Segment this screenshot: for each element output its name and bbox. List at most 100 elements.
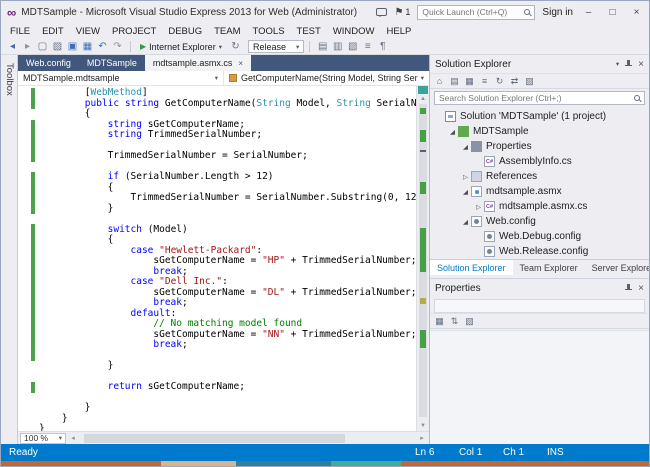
- pin-icon[interactable]: [625, 284, 632, 293]
- categorized-icon[interactable]: ▦: [432, 316, 447, 327]
- tab-close-icon[interactable]: ×: [238, 59, 243, 68]
- collapse-all-icon[interactable]: ≡: [477, 76, 492, 86]
- formatting-marks-icon[interactable]: ¶: [375, 40, 390, 54]
- show-all-files-icon[interactable]: ▦: [462, 76, 477, 87]
- tree-item-assemblyinfo.cs[interactable]: C#AssemblyInfo.cs: [430, 154, 649, 169]
- start-debug-button[interactable]: ▶ Internet Explorer ▾: [136, 42, 226, 52]
- code-editor[interactable]: [WebMethod] public string GetComputerNam…: [18, 86, 416, 431]
- sync-with-active-document-icon[interactable]: ⇄: [507, 76, 522, 87]
- panel-tab-team-explorer[interactable]: Team Explorer: [513, 260, 585, 275]
- solution-configuration-select[interactable]: Release ▾: [248, 40, 304, 53]
- tree-item-properties[interactable]: ◢Properties: [430, 139, 649, 154]
- menu-item-file[interactable]: FILE: [4, 26, 36, 37]
- notification-count: 1: [405, 7, 410, 17]
- zoom-control[interactable]: 100 % ▾: [20, 433, 66, 444]
- menu-item-team[interactable]: TEAM: [208, 26, 246, 37]
- menu-item-tools[interactable]: TOOLS: [247, 26, 291, 37]
- maximize-button[interactable]: □: [604, 7, 621, 18]
- horizontal-scrollbar-thumb[interactable]: [84, 434, 345, 443]
- close-icon[interactable]: ×: [638, 59, 644, 70]
- notifications-flag-icon[interactable]: ⚑1: [394, 7, 410, 18]
- close-icon[interactable]: ×: [638, 283, 644, 294]
- refresh-icon[interactable]: ↻: [492, 76, 507, 87]
- redo-icon[interactable]: ↷: [110, 40, 125, 54]
- decrease-indent-icon[interactable]: ≡: [360, 40, 375, 54]
- tree-item-web.release.config[interactable]: Web.Release.config: [430, 244, 649, 259]
- tree-item-mdtsample[interactable]: ◢MDTSample: [430, 124, 649, 139]
- open-file-icon[interactable]: ▨: [50, 40, 65, 54]
- menu-item-edit[interactable]: EDIT: [36, 26, 70, 37]
- type-dropdown[interactable]: MDTSample.mdtsample ▾: [18, 71, 223, 85]
- home-icon[interactable]: ⌂: [432, 76, 447, 86]
- collapsed-expander-icon[interactable]: ▷: [460, 173, 471, 181]
- close-button[interactable]: ×: [628, 7, 645, 18]
- refresh-icon[interactable]: ↻: [228, 40, 243, 54]
- view-code-icon[interactable]: ▧: [522, 76, 537, 87]
- chevron-down-icon[interactable]: ▾: [219, 43, 222, 51]
- expanded-expander-icon[interactable]: ◢: [460, 218, 471, 226]
- tab-mdtsample[interactable]: MDTSample: [79, 55, 145, 71]
- navigate-forward-icon[interactable]: ▸: [20, 40, 35, 54]
- properties-toolbar: ▦⇅▧: [430, 313, 649, 329]
- status-column: Col 1: [459, 447, 503, 458]
- tree-item-mdtsample.asmx[interactable]: ◢mdtsample.asmx: [430, 184, 649, 199]
- tree-item-mdtsample.asmx.cs[interactable]: ▷C#mdtsample.asmx.cs: [430, 199, 649, 214]
- scroll-right-icon[interactable]: ▸: [417, 434, 427, 442]
- properties-header[interactable]: Properties ×: [430, 279, 649, 297]
- scroll-up-icon[interactable]: ▲: [417, 95, 429, 103]
- change-tracking-bar: [31, 382, 35, 393]
- feedback-icon[interactable]: [376, 8, 387, 16]
- solution-explorer-header[interactable]: Solution Explorer ▾ ×: [430, 55, 649, 73]
- uncomment-selection-icon[interactable]: ▧: [345, 40, 360, 54]
- panel-tab-solution-explorer[interactable]: Solution Explorer: [430, 260, 513, 275]
- caret-position-mark: [420, 150, 426, 152]
- menu-item-help[interactable]: HELP: [381, 26, 418, 37]
- vertical-scrollbar[interactable]: ▲ ▼: [416, 86, 429, 431]
- main-toolbar: ◂▸▢▨▣▦↶↷ ▶ Internet Explorer ▾ ↻ Release…: [1, 39, 649, 55]
- minimize-button[interactable]: –: [580, 7, 597, 18]
- tree-item-web.config[interactable]: ◢Web.config: [430, 214, 649, 229]
- tree-item-references[interactable]: ▷References: [430, 169, 649, 184]
- tab-web.config[interactable]: Web.config: [18, 55, 79, 71]
- property-pages-icon[interactable]: ▧: [462, 316, 477, 327]
- new-file-icon[interactable]: ▢: [35, 40, 50, 54]
- menu-item-debug[interactable]: DEBUG: [162, 26, 208, 37]
- navigation-bar: MDTSample.mdtsample ▾ GetComputerName(St…: [18, 71, 429, 86]
- alphabetical-icon[interactable]: ⇅: [447, 316, 462, 327]
- comment-selection-icon[interactable]: ▥: [330, 40, 345, 54]
- scroll-down-icon[interactable]: ▼: [417, 422, 429, 430]
- navigate-backward-icon[interactable]: ◂: [5, 40, 20, 54]
- menu-item-view[interactable]: VIEW: [70, 26, 106, 37]
- toolbar-icons-right: ▤▥▧≡¶: [315, 40, 390, 54]
- properties-object-field[interactable]: [434, 299, 645, 313]
- sign-in-link[interactable]: Sign in: [542, 7, 573, 18]
- menu-item-test[interactable]: TEST: [291, 26, 327, 37]
- quick-launch-input[interactable]: Quick Launch (Ctrl+Q): [417, 5, 535, 20]
- find-in-files-icon[interactable]: ▤: [315, 40, 330, 54]
- menu-item-window[interactable]: WINDOW: [327, 26, 381, 37]
- horizontal-scrollbar[interactable]: [80, 434, 415, 443]
- properties-icon[interactable]: ▤: [447, 76, 462, 87]
- save-all-icon[interactable]: ▦: [80, 40, 95, 54]
- toolbox-panel[interactable]: Toolbox: [1, 55, 18, 444]
- tab-mdtsample.asmx.cs[interactable]: mdtsample.asmx.cs×: [145, 55, 251, 71]
- save-icon[interactable]: ▣: [65, 40, 80, 54]
- editor-bottom-bar: 100 % ▾ ◂ ▸: [18, 431, 429, 444]
- expanded-expander-icon[interactable]: ◢: [447, 128, 458, 136]
- right-dock: Solution Explorer ▾ × ⌂▤▦≡↻⇄▧ Search Sol…: [429, 55, 649, 444]
- tree-item-web.debug.config[interactable]: Web.Debug.config: [430, 229, 649, 244]
- collapsed-expander-icon[interactable]: ▷: [473, 203, 484, 211]
- member-dropdown[interactable]: GetComputerName(String Model, String Ser…: [223, 71, 429, 85]
- asmx-icon: [471, 186, 482, 197]
- tree-item-solution-mdtsample-1-project-[interactable]: Solution 'MDTSample' (1 project): [430, 109, 649, 124]
- expanded-expander-icon[interactable]: ◢: [460, 143, 471, 151]
- panel-tab-server-explorer[interactable]: Server Explorer: [585, 260, 650, 275]
- window-position-icon[interactable]: ▾: [616, 60, 619, 68]
- menu-item-project[interactable]: PROJECT: [106, 26, 162, 37]
- expanded-expander-icon[interactable]: ◢: [460, 188, 471, 196]
- scroll-left-icon[interactable]: ◂: [68, 434, 78, 442]
- undo-icon[interactable]: ↶: [95, 40, 110, 54]
- code-line: public string GetComputerName(String Mod…: [39, 99, 416, 110]
- solution-search-input[interactable]: Search Solution Explorer (Ctrl+;): [434, 91, 645, 105]
- pin-icon[interactable]: [625, 60, 632, 69]
